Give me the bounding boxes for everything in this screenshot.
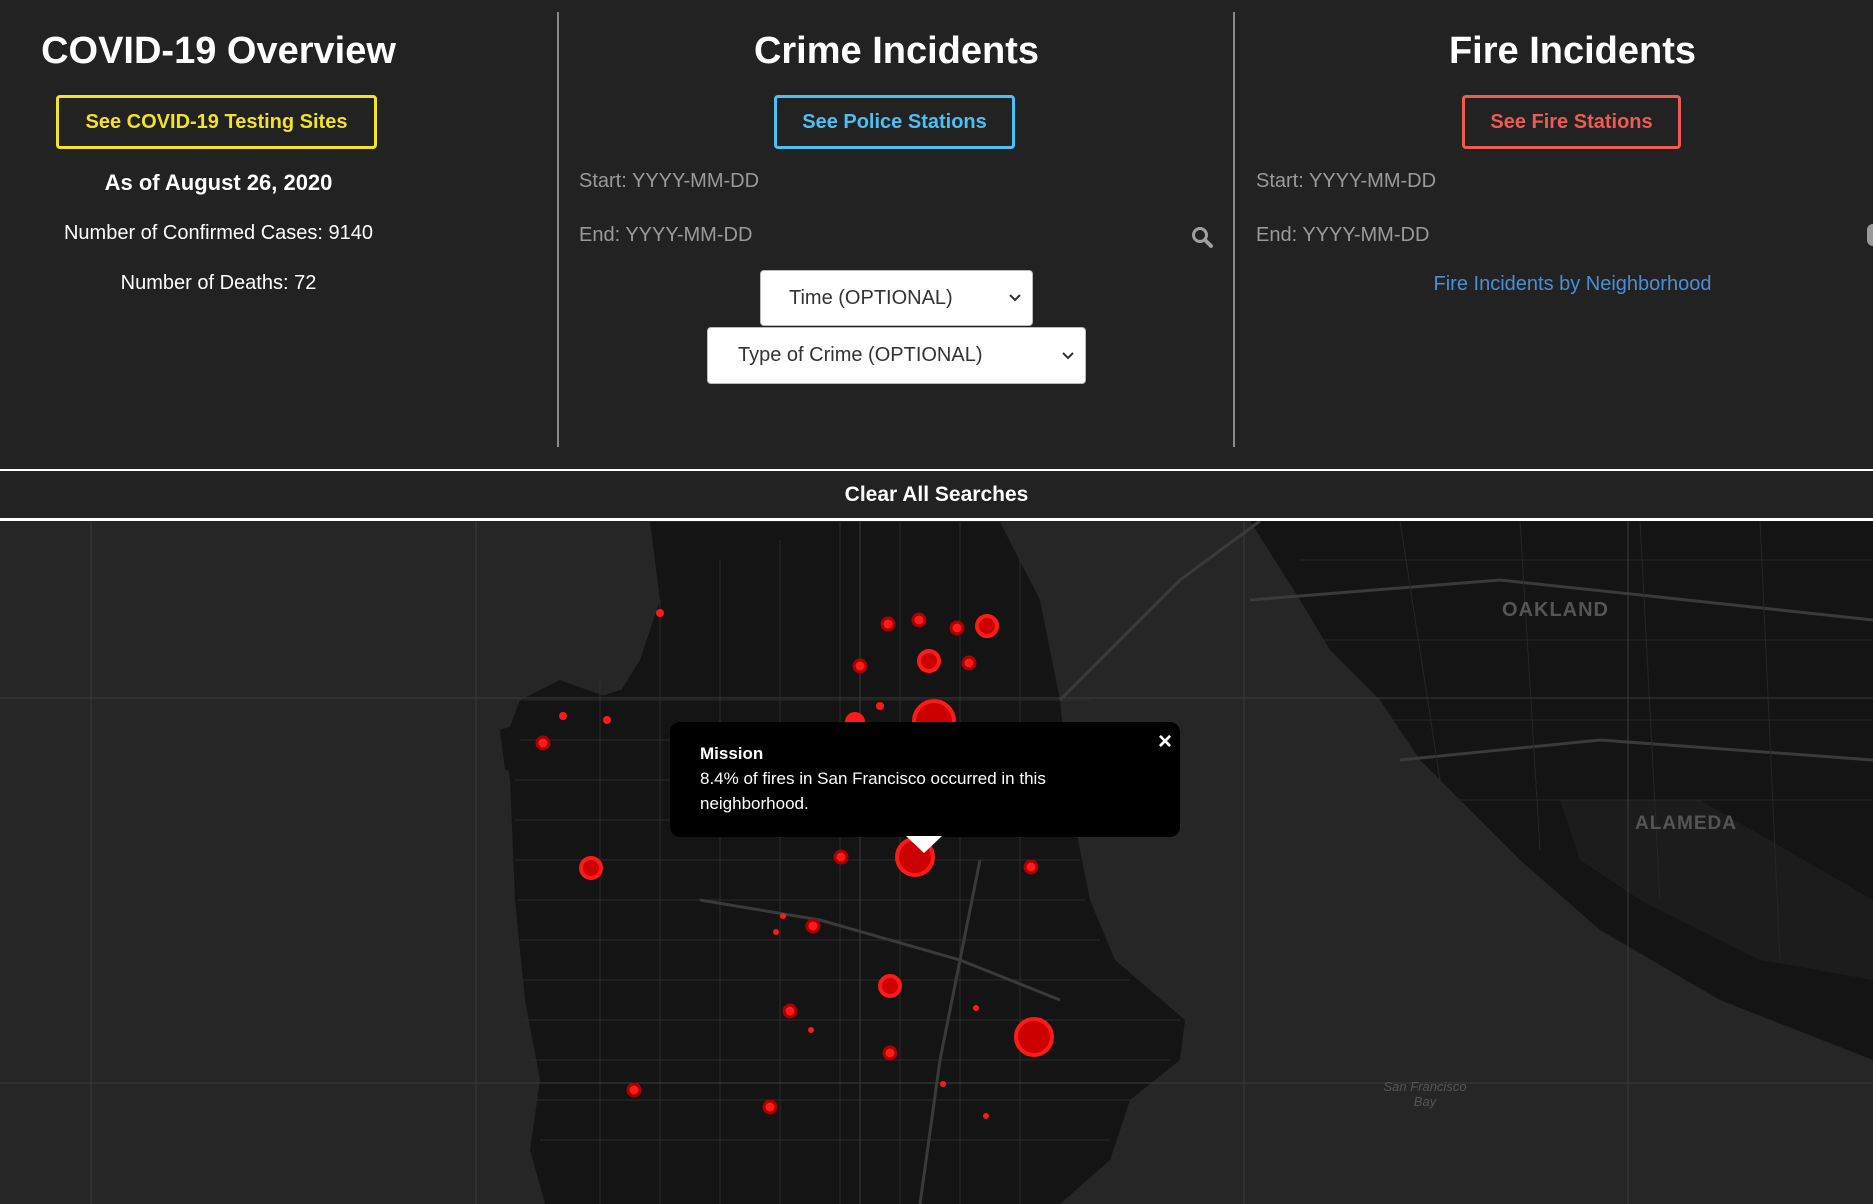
fire-marker[interactable] [878,974,902,998]
covid-testing-sites-button[interactable]: See COVID-19 Testing Sites [56,95,377,149]
fire-marker[interactable] [808,1027,814,1033]
map-canvas[interactable] [0,521,1873,1204]
top-panels: COVID-19 Overview See COVID-19 Testing S… [0,0,1873,470]
fire-marker[interactable] [773,929,779,935]
crime-type-select-value: Type of Crime (OPTIONAL) [738,344,983,366]
crime-start-date-input[interactable]: Start: YYYY-MM-DD [579,170,1179,193]
popup-body: 8.4% of fires in San Francisco occurred … [700,769,1046,813]
fire-marker[interactable] [949,620,965,636]
fire-marker[interactable] [975,614,999,638]
fire-marker[interactable] [1014,1017,1054,1057]
fire-title: Fire Incidents [1448,30,1697,72]
fire-marker[interactable] [852,658,868,674]
clear-all-searches-label: Clear All Searches [844,482,1029,506]
covid-confirmed-cases: Number of Confirmed Cases: 9140 [63,222,374,244]
fire-marker[interactable] [917,649,941,673]
panel-divider [557,12,559,447]
chevron-down-icon [1062,351,1074,359]
fire-marker[interactable] [603,716,611,724]
panel-divider [1233,12,1235,447]
clear-all-searches-button[interactable]: Clear All Searches [0,469,1873,521]
map-label-bay-line1: San Francisco [1383,1079,1467,1094]
covid-as-of-date: As of August 26, 2020 [104,170,333,195]
crime-type-select[interactable]: Type of Crime (OPTIONAL) [707,327,1086,384]
neighborhood-popup: Mission 8.4% of fires in San Francisco o… [670,722,1180,837]
fire-stations-button[interactable]: See Fire Stations [1462,95,1681,149]
search-icon[interactable] [1867,224,1873,246]
map-label-bay: San Francisco Bay [1370,1079,1480,1109]
map-label-alameda: ALAMEDA [1635,813,1737,834]
map[interactable]: OAKLAND ALAMEDA San Francisco Bay [0,521,1873,1204]
fire-marker[interactable] [1023,859,1039,875]
time-select-value: Time (OPTIONAL) [789,286,953,309]
fire-marker[interactable] [882,1045,898,1061]
fire-marker[interactable] [961,655,977,671]
crime-end-date-input[interactable]: End: YYYY-MM-DD [579,224,1179,247]
popup-tip [906,836,942,853]
map-label-bay-line2: Bay [1413,1094,1437,1109]
fire-marker[interactable] [983,1113,989,1119]
fire-start-date-input[interactable]: Start: YYYY-MM-DD [1256,170,1856,193]
fire-marker[interactable] [876,702,884,710]
popup-title: Mission [700,744,764,763]
fire-marker[interactable] [535,735,551,751]
search-icon[interactable] [1190,225,1214,249]
fire-end-date-input[interactable]: End: YYYY-MM-DD [1256,224,1856,247]
time-select[interactable]: Time (OPTIONAL) [760,270,1033,326]
fire-marker[interactable] [626,1082,642,1098]
close-icon[interactable]: × [1158,728,1172,756]
fire-marker[interactable] [805,918,821,934]
chevron-down-icon [1009,294,1021,302]
crime-title: Crime Incidents [753,30,1040,72]
fire-marker[interactable] [579,856,603,880]
fire-marker[interactable] [782,1003,798,1019]
police-stations-button[interactable]: See Police Stations [774,95,1015,149]
fire-marker[interactable] [762,1099,778,1115]
fire-marker[interactable] [940,1081,946,1087]
fire-marker[interactable] [973,1005,979,1011]
fire-marker[interactable] [559,712,567,720]
fire-marker[interactable] [911,612,927,628]
fire-marker[interactable] [833,849,849,865]
covid-title: COVID-19 Overview [41,30,396,72]
map-label-oakland: OAKLAND [1502,599,1609,621]
covid-deaths: Number of Deaths: 72 [120,272,317,294]
fire-marker[interactable] [780,913,786,919]
fire-marker[interactable] [880,616,896,632]
fire-by-neighborhood-link[interactable]: Fire Incidents by Neighborhood [1236,273,1873,296]
fire-marker[interactable] [656,609,664,617]
